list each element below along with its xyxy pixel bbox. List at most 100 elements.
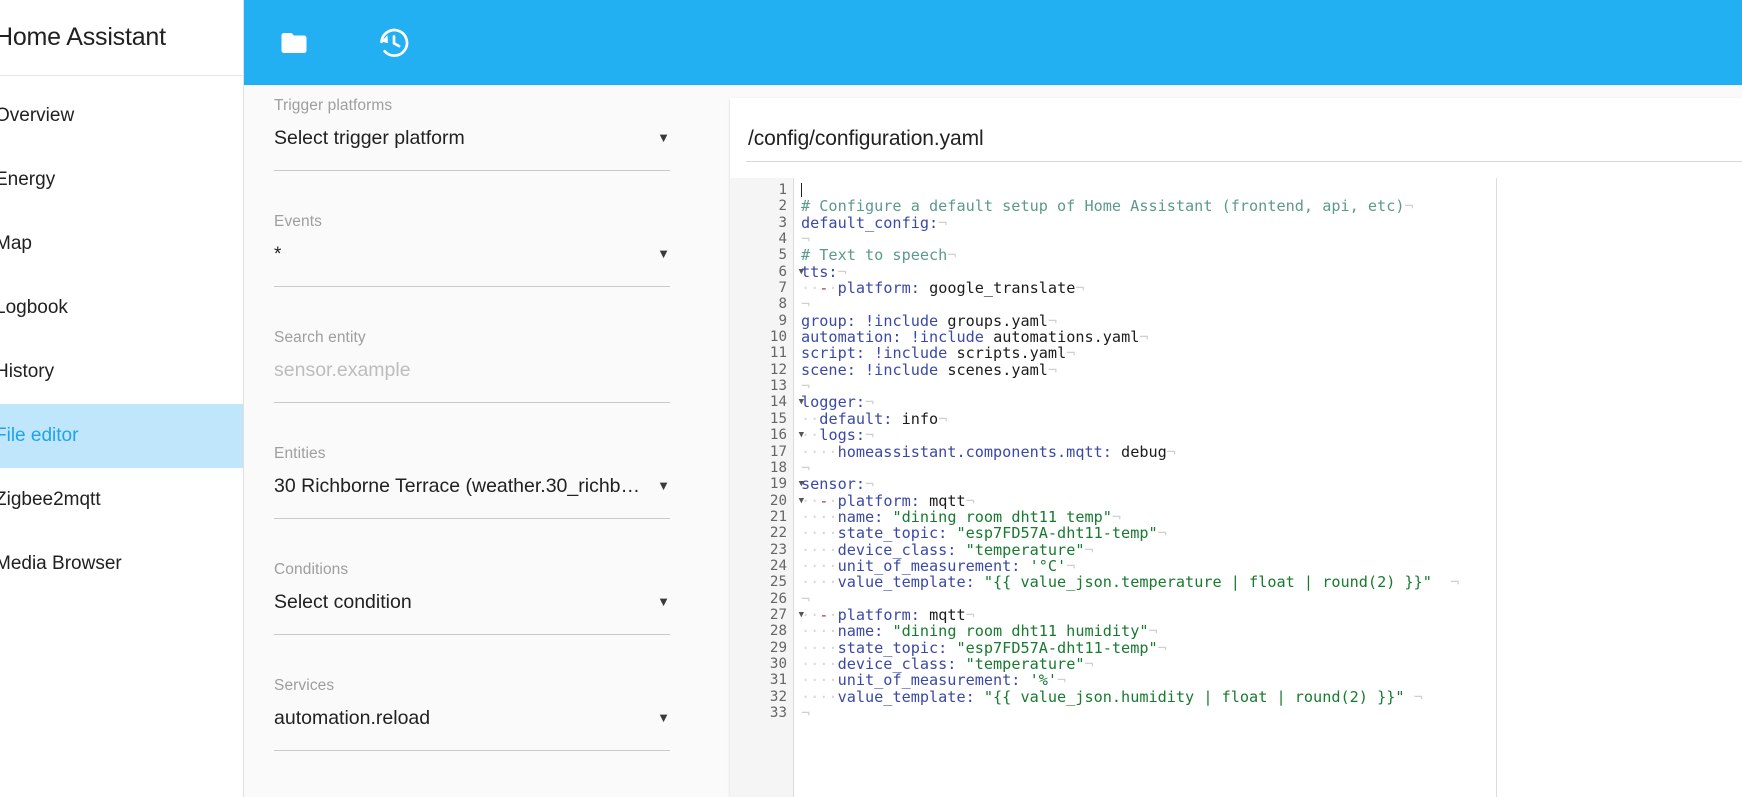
field-control-trigger-platforms[interactable]: Select trigger platform ▼: [274, 129, 670, 171]
code-token-eol: ¬: [1450, 573, 1460, 592]
code-token-key: default_config:: [801, 213, 939, 232]
code-token-key: logs:: [819, 426, 866, 445]
sidebar-item-map[interactable]: Map: [0, 212, 243, 276]
field-control-services[interactable]: automation.reload ▼: [274, 709, 670, 751]
code-token-atom: info: [901, 409, 939, 428]
code-line: ····device_class: "temperature"¬: [801, 656, 1742, 672]
field-events: Events * ▼: [274, 201, 730, 287]
field-value-services[interactable]: automation.reload: [274, 709, 430, 729]
folder-icon: [277, 28, 311, 58]
code-token-eol: ¬: [965, 605, 975, 624]
code-token-key: script:: [801, 344, 866, 363]
chevron-down-icon[interactable]: ▼: [657, 711, 670, 724]
line-number: 16 ▼: [769, 427, 804, 444]
code-token-key: unit_of_measurement:: [837, 671, 1021, 690]
helper-form-panel: Trigger platforms Select trigger platform…: [244, 85, 730, 797]
code-token-key: value_template:: [837, 573, 975, 592]
code-token-str: "{{ value_json.humidity | float | round(…: [983, 687, 1405, 706]
line-number: 32: [769, 688, 787, 705]
field-label-services: Services: [274, 677, 335, 694]
field-control-entities[interactable]: 30 Richborne Terrace (weather.30_richbor…: [274, 477, 670, 519]
field-value-conditions[interactable]: Select condition: [274, 593, 412, 613]
code-token-key: value_template:: [837, 687, 975, 706]
field-trigger-platforms: Trigger platforms Select trigger platform…: [274, 85, 730, 171]
code-token-eol: ¬: [801, 458, 811, 477]
line-number: 4: [778, 231, 787, 248]
chevron-down-icon[interactable]: ▼: [657, 479, 670, 492]
sidebar-item-history[interactable]: History: [0, 340, 243, 404]
sidebar-item-logbook[interactable]: Logbook: [0, 276, 243, 340]
sidebar-item-file-editor[interactable]: File editor: [0, 404, 243, 468]
code-line: ····name: "dining room dht11 humidity"¬: [801, 623, 1742, 639]
field-value-trigger-platforms[interactable]: Select trigger platform: [274, 129, 465, 149]
sidebar-nav: Overview Energy Map Logbook History File edit…: [0, 76, 243, 596]
field-spacer: [274, 403, 730, 433]
sidebar-item-overview[interactable]: Overview: [0, 84, 243, 148]
code-line: ····state_topic: "esp7FD57A-dht11-temp"¬: [801, 525, 1742, 541]
code-token-ws: ····: [801, 556, 838, 575]
field-label-search-entity: Search entity: [274, 329, 366, 346]
field-label-entities: Entities: [274, 445, 326, 462]
code-token-atom: groups.yaml: [947, 311, 1048, 330]
chevron-down-icon[interactable]: ▼: [657, 131, 670, 144]
code-token-key: device_class:: [837, 540, 957, 559]
code-line: ¬: [801, 590, 1742, 607]
line-number: 5: [778, 247, 787, 264]
main-area: Trigger platforms Select trigger platform…: [244, 0, 1742, 797]
code-line: ¬: [801, 231, 1742, 247]
editor-toolbar: [244, 0, 1742, 85]
code-token-key: platform:: [837, 491, 920, 510]
sidebar-item-label: Zigbee2mqtt: [0, 489, 101, 510]
code-token-key: device_class:: [837, 654, 957, 673]
sidebar-item-media-browser[interactable]: Media Browser: [0, 532, 243, 596]
field-control-search-entity[interactable]: sensor.example: [274, 361, 670, 403]
field-control-conditions[interactable]: Select condition ▼: [274, 593, 670, 635]
line-number: 31: [769, 672, 787, 689]
code-token-ws: ····: [801, 524, 838, 543]
code-line: ····value_template: "{{ value_json.tempe…: [801, 574, 1742, 590]
folder-button[interactable]: [272, 21, 316, 65]
sidebar-item-label: Logbook: [0, 297, 68, 318]
code-editor[interactable]: 1 2 3 4 5 6 ▼ 7 8 9 10 11 12 13 14 ▼ 15 16 ▼ 17 18 19 ▼ 20 ▼ 21 22…: [730, 178, 1742, 797]
line-number: 28: [769, 623, 787, 640]
field-value-search-entity[interactable]: sensor.example: [274, 361, 411, 381]
editor-pane: /config/configuration.yaml 1 2 3 4 5 6 ▼ 7 8 9 10 1…: [730, 85, 1742, 797]
code-token-key: name:: [837, 622, 884, 641]
code-token-tag: !include: [910, 328, 984, 347]
field-value-events[interactable]: *: [274, 245, 281, 264]
field-value-entities[interactable]: 30 Richborne Terrace (weather.30_richbor…: [274, 477, 646, 497]
code-token-key: logger:: [801, 393, 866, 412]
chevron-down-icon[interactable]: ▼: [657, 595, 670, 608]
editor-body: Trigger platforms Select trigger platform…: [244, 85, 1742, 797]
code-token-ws: ····: [801, 573, 838, 592]
code-line: default_config:¬: [801, 215, 1742, 231]
code-token-str: "esp7FD57A-dht11-temp": [956, 638, 1158, 657]
sidebar-item-label: History: [0, 361, 55, 382]
code-line: ··-·platform: google_translate¬: [801, 280, 1742, 296]
chevron-down-icon[interactable]: ▼: [657, 247, 670, 260]
code-token-ws: ····: [801, 622, 838, 641]
code-token-eol: ¬: [1047, 360, 1058, 379]
history-button[interactable]: [372, 21, 416, 65]
code-token-eol: ¬: [837, 262, 847, 281]
code-token-atom: debug: [1121, 442, 1167, 461]
field-label-events: Events: [274, 213, 322, 230]
code-content[interactable]: # Configure a default setup of Home Assi…: [794, 178, 1742, 797]
code-token-key: group:: [801, 311, 856, 330]
code-line: automation: !include automations.yaml¬: [801, 329, 1742, 345]
field-control-events[interactable]: * ▼: [274, 245, 670, 287]
sidebar-item-energy[interactable]: Energy: [0, 148, 243, 212]
field-spacer: [274, 287, 730, 317]
code-token-key: homeassistant.components.mqtt:: [837, 442, 1112, 461]
code-line: tts:¬: [801, 264, 1742, 280]
code-token-ws: ····: [801, 638, 838, 657]
code-line: group: !include groups.yaml¬: [801, 313, 1742, 329]
code-token-ws: ····: [801, 687, 838, 706]
sidebar-item-zigbee2mqtt[interactable]: Zigbee2mqtt: [0, 468, 243, 532]
code-token-eol: ¬: [865, 393, 875, 412]
code-token-eol: ¬: [1148, 622, 1158, 641]
line-number: 2: [778, 198, 787, 215]
